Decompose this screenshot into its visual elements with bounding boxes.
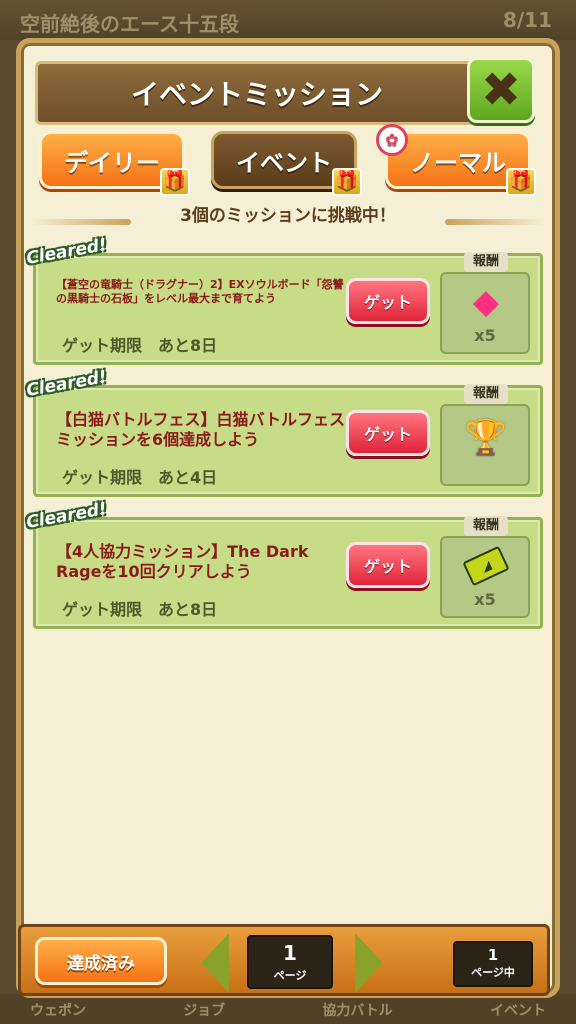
background-counter: 8/11: [502, 8, 552, 32]
dialog-title: イベントミッション: [35, 61, 479, 125]
achieved-button[interactable]: 達成済み: [35, 937, 167, 985]
mission-deadline: ゲット期限 あと8日: [62, 600, 218, 619]
mission-description: 【蒼空の竜騎士（ドラグナー）2】EXソウルボード「怨讐の黒騎士の石板」をレベル最…: [56, 278, 344, 305]
mission-deadline: ゲット期限 あと4日: [62, 468, 218, 487]
reward-count: x5: [474, 326, 496, 345]
mission-description: 【白猫バトルフェス】白猫バトルフェスミッションを6個達成しよう: [56, 410, 345, 449]
background-nav-item: ジョブ: [183, 1003, 226, 1019]
tab-daily-label: デイリー: [64, 148, 160, 177]
tab-daily[interactable]: デイリー 🎁: [39, 131, 190, 196]
page-label: ページ: [273, 969, 307, 982]
gift-icon: 🎁: [506, 168, 536, 196]
ticket-icon: ◢: [462, 545, 510, 587]
page-number: 1: [283, 941, 297, 965]
cleared-badge: Cleared!: [24, 367, 109, 401]
background-header: 空前絶後のエース十五段 8/11: [0, 0, 576, 40]
close-icon: ✖: [480, 62, 522, 118]
current-page: 1 ページ: [247, 935, 333, 989]
pager-bar: 達成済み 1 ページ 1 ページ中: [18, 924, 550, 996]
cleared-badge: Cleared!: [24, 499, 109, 533]
background-title: 空前絶後のエース十五段: [20, 12, 239, 36]
reward-label: 報酬: [464, 384, 508, 404]
get-reward-button[interactable]: ゲット: [346, 542, 430, 588]
reward-count: x5: [474, 590, 496, 609]
total-pages: 1 ページ中: [453, 941, 533, 987]
background-nav-item: イベント: [489, 1003, 546, 1019]
background-nav: ウェポン ジョブ 協力バトル イベント: [0, 994, 576, 1024]
reward-label: 報酬: [464, 252, 508, 272]
gift-icon: 🎁: [160, 168, 190, 196]
tab-normal[interactable]: ✿ ノーマル 🎁: [376, 124, 536, 196]
tab-event[interactable]: イベント 🎁: [211, 131, 362, 196]
mission-description: 【4人協力ミッション】The Dark Rageを10回クリアしよう: [56, 542, 309, 581]
paw-icon: ✿: [376, 124, 408, 156]
mission-card: Cleared! 【4人協力ミッション】The Dark Rageを10回クリア…: [25, 499, 543, 629]
reward-label: 報酬: [464, 516, 508, 536]
total-number: 1: [487, 946, 499, 964]
next-page-arrow-icon[interactable]: [355, 933, 383, 993]
mission-deadline: ゲット期限 あと8日: [62, 336, 218, 355]
background-nav-item: ウェポン: [30, 1003, 86, 1019]
tab-bar: デイリー 🎁 イベント 🎁 ✿ ノーマル 🎁: [39, 124, 547, 196]
tab-normal-label: ノーマル: [410, 148, 506, 177]
reward-box: ◢ x5: [440, 536, 530, 618]
gem-icon: ◆: [472, 282, 500, 322]
prev-page-arrow-icon[interactable]: [201, 933, 229, 993]
tab-event-label: イベント: [236, 148, 332, 177]
reward-box: ◆ x5: [440, 272, 530, 354]
get-reward-button[interactable]: ゲット: [346, 410, 430, 456]
total-label: ページ中: [471, 966, 515, 979]
mission-status: 3個のミッションに挑戦中！: [180, 206, 396, 226]
gift-icon: 🎁: [332, 168, 362, 196]
get-reward-button[interactable]: ゲット: [346, 278, 430, 324]
reward-box: 🏆: [440, 404, 530, 486]
close-button[interactable]: ✖: [467, 57, 535, 123]
cleared-badge: Cleared!: [24, 235, 109, 269]
background-nav-item: 協力バトル: [322, 1003, 393, 1019]
mission-card: Cleared! 【白猫バトルフェス】白猫バトルフェスミッションを6個達成しよう…: [25, 367, 543, 497]
trophy-icon: 🏆: [464, 418, 508, 458]
mission-dialog: イベントミッション ✖ デイリー 🎁 イベント 🎁 ✿ ノーマル 🎁 3個のミッ…: [16, 38, 560, 998]
mission-card: Cleared! 【蒼空の竜騎士（ドラグナー）2】EXソウルボード「怨讐の黒騎士…: [25, 235, 543, 365]
